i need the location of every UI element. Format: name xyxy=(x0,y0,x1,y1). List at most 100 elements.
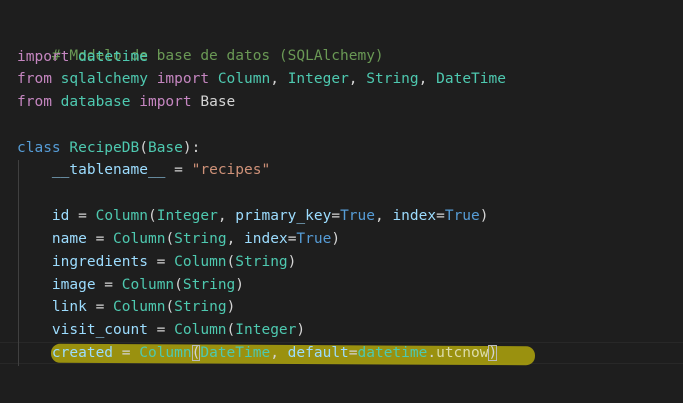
punct-token: ) xyxy=(479,208,489,224)
class-token: String xyxy=(235,254,288,270)
code-line-1[interactable]: # Modelo de base de datos (SQLAlchemy) xyxy=(17,23,384,64)
punct-token: ( xyxy=(147,208,157,224)
class-token: Column xyxy=(95,208,148,224)
constant-token: True xyxy=(340,208,375,224)
function-token: utcnow xyxy=(436,345,489,361)
variable-token: link xyxy=(51,299,87,315)
code-line-3[interactable]: from sqlalchemy import Column, Integer, … xyxy=(17,68,506,90)
operator-token: = xyxy=(331,208,341,224)
indent-token xyxy=(17,299,52,315)
punct-token: ): xyxy=(182,140,201,156)
operator-token: = xyxy=(95,277,122,293)
param-token: default xyxy=(287,345,349,361)
variable-token: __tablename__ xyxy=(51,162,166,178)
code-line-12[interactable]: image = Column(String) xyxy=(17,274,244,296)
keyword-token: from xyxy=(17,71,52,87)
indent-token xyxy=(17,231,52,247)
class-token: Column xyxy=(113,231,166,247)
punct-token: , xyxy=(270,71,288,87)
punct-token: ( xyxy=(174,277,183,293)
param-token: index xyxy=(244,231,288,247)
class-token: Base xyxy=(147,140,183,156)
operator-token: = xyxy=(348,345,358,361)
keyword-token: from xyxy=(17,94,52,110)
class-token: Column xyxy=(113,299,166,315)
module-token: datetime xyxy=(357,345,428,361)
indent-token xyxy=(17,345,52,361)
punct-token: , xyxy=(226,231,245,247)
punct-token: ) xyxy=(296,322,306,338)
indent-token xyxy=(17,162,52,178)
indent-token xyxy=(17,208,52,224)
code-line-13[interactable]: link = Column(String) xyxy=(17,296,235,318)
punct-token: ) xyxy=(287,254,297,270)
code-line-9[interactable]: id = Column(Integer, primary_key=True, i… xyxy=(17,205,489,227)
punct-token: ( xyxy=(139,140,148,156)
variable-token: name xyxy=(51,231,87,247)
punct-token: , xyxy=(217,208,236,224)
operator-token: = xyxy=(86,299,114,315)
code-line-4[interactable]: from database import Base xyxy=(17,91,235,113)
code-line-10[interactable]: name = Column(String, index=True) xyxy=(17,228,340,250)
code-line-7[interactable]: __tablename__ = "recipes" xyxy=(17,159,270,181)
punct-token: ) xyxy=(331,231,341,247)
code-line-14[interactable]: visit_count = Column(Integer) xyxy=(17,319,305,341)
module-token: sqlalchemy xyxy=(60,71,148,87)
class-token: Integer xyxy=(235,322,297,338)
code-editor[interactable]: # Modelo de base de datos (SQLAlchemy) i… xyxy=(0,0,683,403)
indent-token xyxy=(17,322,52,338)
punct-token: , xyxy=(270,345,288,361)
class-token: String xyxy=(174,299,227,315)
class-token: String xyxy=(174,231,227,247)
code-line-11[interactable]: ingredients = Column(String) xyxy=(17,251,296,273)
keyword-token: class xyxy=(17,140,61,156)
operator-token: = xyxy=(86,231,114,247)
operator-token: = xyxy=(147,254,175,270)
operator-token: = xyxy=(165,162,192,178)
variable-token: created xyxy=(51,345,114,361)
operator-token: = xyxy=(436,208,445,224)
name-token: Base xyxy=(200,94,236,110)
variable-token: image xyxy=(51,277,96,293)
keyword-token: import xyxy=(156,71,210,87)
operator-token: = xyxy=(147,322,175,338)
code-line-2[interactable]: import datetime xyxy=(17,46,148,68)
constant-token: True xyxy=(444,208,480,224)
class-token: Column xyxy=(217,71,271,87)
class-token: Integer xyxy=(287,71,349,87)
bracket-match-close: ) xyxy=(488,345,498,361)
module-token: datetime xyxy=(78,49,148,65)
punct-token: . xyxy=(427,345,437,361)
param-token: primary_key xyxy=(235,208,332,224)
code-line-6[interactable]: class RecipeDB(Base): xyxy=(17,137,200,159)
keyword-token: import xyxy=(139,94,192,110)
variable-token: visit_count xyxy=(51,322,148,338)
punct-token: ( xyxy=(165,299,175,315)
constant-token: True xyxy=(296,231,332,247)
class-token: String xyxy=(366,71,419,87)
class-token: DateTime xyxy=(436,71,506,87)
class-token: Column xyxy=(174,322,227,338)
punct-token: ( xyxy=(226,322,236,338)
class-token: Column xyxy=(174,254,227,270)
operator-token: = xyxy=(113,345,140,361)
class-token: Integer xyxy=(156,208,218,224)
code-line-15[interactable]: created = Column(DateTime, default=datet… xyxy=(17,342,498,364)
param-token: index xyxy=(392,208,437,224)
indent-token xyxy=(17,254,52,270)
keyword-token: import xyxy=(17,49,70,65)
indent-token xyxy=(17,277,52,293)
class-token: String xyxy=(182,277,236,293)
class-token: RecipeDB xyxy=(69,140,140,156)
variable-token: id xyxy=(51,208,70,224)
punct-token: ) xyxy=(235,277,245,293)
punct-token: , xyxy=(374,208,393,224)
punct-token: ( xyxy=(165,231,175,247)
class-token: DateTime xyxy=(200,345,271,361)
